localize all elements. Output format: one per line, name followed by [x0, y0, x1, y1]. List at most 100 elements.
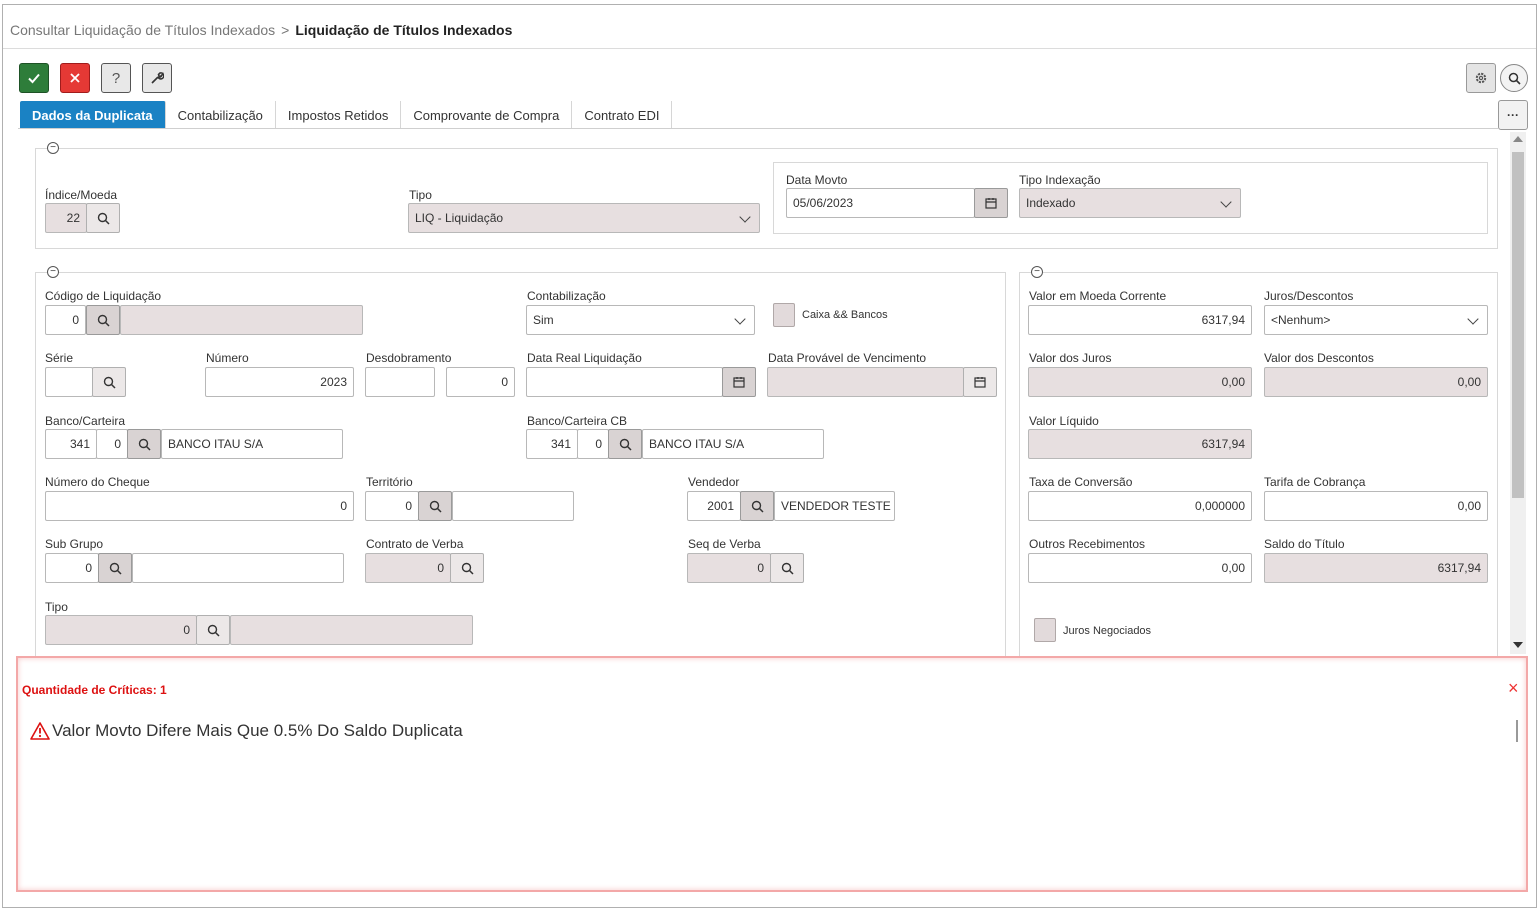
- serie-search-button[interactable]: [92, 367, 126, 397]
- codigo-liquidacao-label: Código de Liquidação: [45, 289, 162, 303]
- vendedor-field[interactable]: 2001: [687, 491, 741, 521]
- tipo2-search-button[interactable]: [196, 615, 230, 645]
- tipo-value: LIQ - Liquidação: [415, 211, 504, 225]
- calendar-icon: [974, 377, 986, 388]
- search-icon: [461, 562, 474, 575]
- banco-carteira-cb-search-button[interactable]: [608, 429, 642, 459]
- tab-contrato-edi[interactable]: Contrato EDI: [572, 101, 673, 129]
- criticas-title: Quantidade de Críticas: 1: [22, 683, 167, 697]
- collapse-icon[interactable]: −: [47, 266, 59, 278]
- numero-cheque-label: Número do Cheque: [45, 475, 150, 489]
- territorio-desc: [452, 491, 574, 521]
- indice-moeda-search-button[interactable]: [86, 203, 120, 233]
- outros-recebimentos-field[interactable]: 0,00: [1028, 553, 1252, 583]
- scroll-up-arrow[interactable]: [1513, 136, 1523, 142]
- seq-verba-search-button[interactable]: [770, 553, 804, 583]
- settings-button[interactable]: [1466, 63, 1496, 93]
- carteira-field[interactable]: 0: [96, 429, 128, 459]
- codigo-liquidacao-search-button[interactable]: [86, 305, 120, 335]
- tipo-indexacao-select[interactable]: Indexado: [1019, 188, 1241, 218]
- data-real-calendar-button[interactable]: [722, 367, 756, 397]
- contrato-verba-field[interactable]: 0: [365, 553, 451, 583]
- help-button[interactable]: ?: [101, 63, 131, 93]
- data-real-liquidacao-field[interactable]: [526, 367, 723, 397]
- tab-contabilizacao[interactable]: Contabilização: [166, 101, 276, 129]
- collapse-icon[interactable]: −: [47, 142, 59, 154]
- confirm-button[interactable]: [19, 63, 49, 93]
- tipo-indexacao-label: Tipo Indexação: [1019, 173, 1101, 187]
- scrollbar-thumb[interactable]: [1512, 152, 1524, 498]
- vendedor-nome-field: VENDEDOR TESTE: [774, 491, 895, 521]
- search-icon: [1508, 72, 1521, 85]
- data-movto-calendar-button[interactable]: [974, 188, 1008, 218]
- collapse-icon[interactable]: −: [1031, 266, 1043, 278]
- search-icon: [619, 438, 632, 451]
- tipo2-field[interactable]: 0: [45, 615, 197, 645]
- tab-dados-duplicata[interactable]: Dados da Duplicata: [20, 101, 166, 129]
- sub-grupo-field[interactable]: 0: [45, 553, 99, 583]
- calendar-icon: [985, 198, 997, 209]
- banco-nome-field: BANCO ITAU S/A: [161, 429, 343, 459]
- taxa-conversao-field[interactable]: 0,000000: [1028, 491, 1252, 521]
- serie-field[interactable]: [45, 367, 93, 397]
- codigo-liquidacao-desc: [120, 305, 363, 335]
- chevron-down-icon: [734, 313, 746, 325]
- chevron-down-icon: [1220, 196, 1232, 208]
- territorio-field[interactable]: 0: [365, 491, 419, 521]
- contabilizacao-select[interactable]: Sim: [526, 305, 755, 335]
- sub-grupo-search-button[interactable]: [98, 553, 132, 583]
- data-real-liquidacao-label: Data Real Liquidação: [527, 351, 642, 365]
- carteira-cb-field[interactable]: 0: [577, 429, 609, 459]
- breadcrumb-parent[interactable]: Consultar Liquidação de Títulos Indexado…: [10, 22, 275, 38]
- criticas-scrollbar[interactable]: [1516, 720, 1518, 742]
- territorio-search-button[interactable]: [418, 491, 452, 521]
- juros-negociados-checkbox[interactable]: [1034, 618, 1056, 642]
- tipo2-desc: [230, 615, 473, 645]
- breadcrumb: Consultar Liquidação de Títulos Indexado…: [10, 22, 512, 38]
- caixa-bancos-label: Caixa && Bancos: [802, 309, 888, 321]
- valor-liquido-field: 6317,94: [1028, 429, 1252, 459]
- valor-juros-field: 0,00: [1028, 367, 1252, 397]
- tab-bar: Dados da Duplicata Contabilização Impost…: [20, 101, 673, 129]
- scroll-down-arrow[interactable]: [1513, 642, 1523, 648]
- indice-moeda-field[interactable]: 22: [45, 203, 87, 233]
- search-button[interactable]: [1500, 64, 1528, 92]
- tools-button[interactable]: [142, 63, 172, 93]
- more-options-button[interactable]: ···: [1498, 100, 1528, 130]
- calendar-icon: [733, 377, 745, 388]
- data-provavel-calendar-button[interactable]: [963, 367, 997, 397]
- numero-field[interactable]: 2023: [205, 367, 354, 397]
- check-icon: [28, 73, 40, 84]
- header-divider: [3, 48, 1536, 49]
- desdobramento-field[interactable]: [365, 367, 435, 397]
- sub-grupo-label: Sub Grupo: [45, 537, 104, 551]
- close-icon[interactable]: ×: [1508, 678, 1519, 699]
- caixa-bancos-checkbox[interactable]: [773, 303, 795, 327]
- data-movto-field[interactable]: 05/06/2023: [786, 188, 975, 218]
- juros-descontos-label: Juros/Descontos: [1264, 289, 1354, 303]
- juros-negociados-label: Juros Negociados: [1063, 625, 1152, 637]
- codigo-liquidacao-field[interactable]: 0: [45, 305, 86, 335]
- search-icon: [207, 624, 220, 637]
- contrato-verba-search-button[interactable]: [450, 553, 484, 583]
- banco-carteira-search-button[interactable]: [127, 429, 161, 459]
- desdobramento-field-2[interactable]: 0: [446, 367, 515, 397]
- contrato-verba-label: Contrato de Verba: [366, 537, 464, 551]
- valor-moeda-corrente-label: Valor em Moeda Corrente: [1029, 289, 1167, 303]
- tipo-select[interactable]: LIQ - Liquidação: [408, 203, 760, 233]
- tipo-label: Tipo: [409, 188, 432, 202]
- valor-liquido-label: Valor Líquido: [1029, 414, 1099, 428]
- tarifa-cobranca-field[interactable]: 0,00: [1264, 491, 1488, 521]
- juros-descontos-select[interactable]: <Nenhum>: [1264, 305, 1488, 335]
- vendedor-search-button[interactable]: [740, 491, 774, 521]
- banco-field[interactable]: 341: [45, 429, 97, 459]
- tab-impostos-retidos[interactable]: Impostos Retidos: [276, 101, 402, 129]
- banco-cb-field[interactable]: 341: [526, 429, 578, 459]
- desdobramento-label: Desdobramento: [366, 351, 452, 365]
- seq-verba-field[interactable]: 0: [687, 553, 771, 583]
- valor-moeda-corrente-field[interactable]: 6317,94: [1028, 305, 1252, 335]
- tab-comprovante-compra[interactable]: Comprovante de Compra: [401, 101, 573, 129]
- search-icon: [751, 500, 764, 513]
- cancel-button[interactable]: [60, 63, 90, 93]
- numero-cheque-field[interactable]: 0: [45, 491, 354, 521]
